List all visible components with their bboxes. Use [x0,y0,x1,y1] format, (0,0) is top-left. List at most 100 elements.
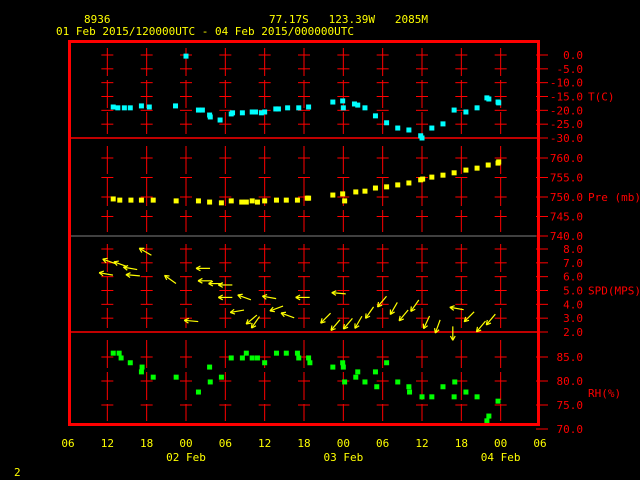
wind-arrow [364,306,375,319]
data-marks [98,53,502,424]
wind-arrow [485,313,496,326]
relative_humidity-point [307,360,313,366]
temperature-point [384,120,390,126]
wind-arrow [237,293,252,301]
wind-arrow-shaft [463,311,475,323]
wind-arrow-head [410,306,412,312]
y-tick-label: 4.0 [563,298,583,311]
y-tick-label: 745.0 [550,211,583,224]
relative_humidity-point [150,374,156,380]
wind-arrow-head [280,311,287,314]
temperature-point [252,109,258,115]
panel-label-temperature: T(C) [588,91,615,104]
pressure-point [420,176,426,182]
pressure-point [384,184,390,190]
y-tick-label: -15.0 [550,91,583,104]
y-tick-label: 75.0 [557,399,584,412]
wind-arrow [330,319,341,332]
y-tick-label: 8.0 [563,243,583,256]
pressure-point [340,191,346,197]
temperature-point [138,103,144,109]
wind-arrow [320,312,332,324]
x-tick-label: 00 [494,437,507,450]
y-tick-label: 80.0 [557,375,584,388]
relative_humidity-point [254,355,260,361]
relative_humidity-point [262,360,268,366]
pressure-point [342,198,348,204]
pressure-point [254,199,260,205]
y-tick-label: 5.0 [563,285,583,298]
pressure-point [128,197,134,203]
y-tick-label: 750.0 [550,191,583,204]
pressure-point [249,198,255,204]
wind-arrow [261,294,277,300]
pressure-point [294,197,300,203]
pressure-point [372,185,378,191]
x-tick-label: 18 [297,437,310,450]
wind-arrow-shaft [320,312,332,324]
wind-arrow [389,302,398,316]
pressure-point [218,200,224,206]
pressure-point [239,199,245,205]
temperature-point [362,105,368,111]
x-tick-label: 18 [140,437,153,450]
temperature-point [239,110,245,116]
temperature-point [463,109,469,115]
relative_humidity-point [273,350,279,356]
wind-arrow [125,272,140,278]
relative_humidity-point [207,364,213,370]
temperature-point [146,104,152,110]
relative_humidity-point [195,389,201,395]
wind-arrow [463,311,475,323]
pressure-point [406,180,412,186]
relative_humidity-point [384,360,390,366]
temperature-point [121,105,127,111]
x-tick-label: 12 [258,437,271,450]
temperature-point [285,105,291,111]
wind-arrow-head [364,313,367,319]
wind-arrow-head [237,293,243,296]
relative_humidity-point [451,394,457,400]
wind-arrow-head [102,257,108,260]
wind-arrow [163,274,177,284]
temperature-point [474,105,480,111]
wind-arrow [433,319,441,334]
pressure-point [243,199,249,205]
wind-arrow-head [113,260,119,263]
panel-label-relative_humidity: RH(%) [588,387,621,400]
y-tick-label: -30.0 [550,132,583,145]
relative_humidity-point [139,364,145,370]
wind-arrow [280,311,295,319]
wind-arrow [376,295,387,308]
wind-arrow [269,305,284,313]
relative_humidity-point [474,394,480,400]
pressure-point [485,162,491,168]
panel-label-pressure: Pre (mb) [588,191,640,204]
wind-arrow-head [250,323,253,329]
relative_humidity-point [296,355,302,361]
relative_humidity-point [228,355,234,361]
relative_humidity-point [283,350,289,356]
temperature-point [230,110,236,116]
page-number: 2 [14,466,21,479]
wind-arrow-head [164,274,170,277]
wind-arrow [295,294,310,301]
temperature-point [217,117,223,123]
relative_humidity-point [294,350,300,356]
relative_humidity-point [362,379,368,385]
pressure-point [353,189,359,195]
temperature-point [496,100,502,106]
relative_humidity-point [372,369,378,375]
relative_humidity-point [207,379,213,385]
pressure-point [306,195,312,201]
relative_humidity-point [218,374,224,380]
temperature-point [275,106,281,112]
temperature-point [110,104,116,110]
relative_humidity-point [395,379,401,385]
relative_humidity-point [353,374,359,380]
pressure-point [440,172,446,178]
pressure-point [207,199,213,205]
temperature-point [183,53,189,59]
relative_humidity-point [116,350,122,356]
y-tick-label: 2.0 [563,326,583,339]
